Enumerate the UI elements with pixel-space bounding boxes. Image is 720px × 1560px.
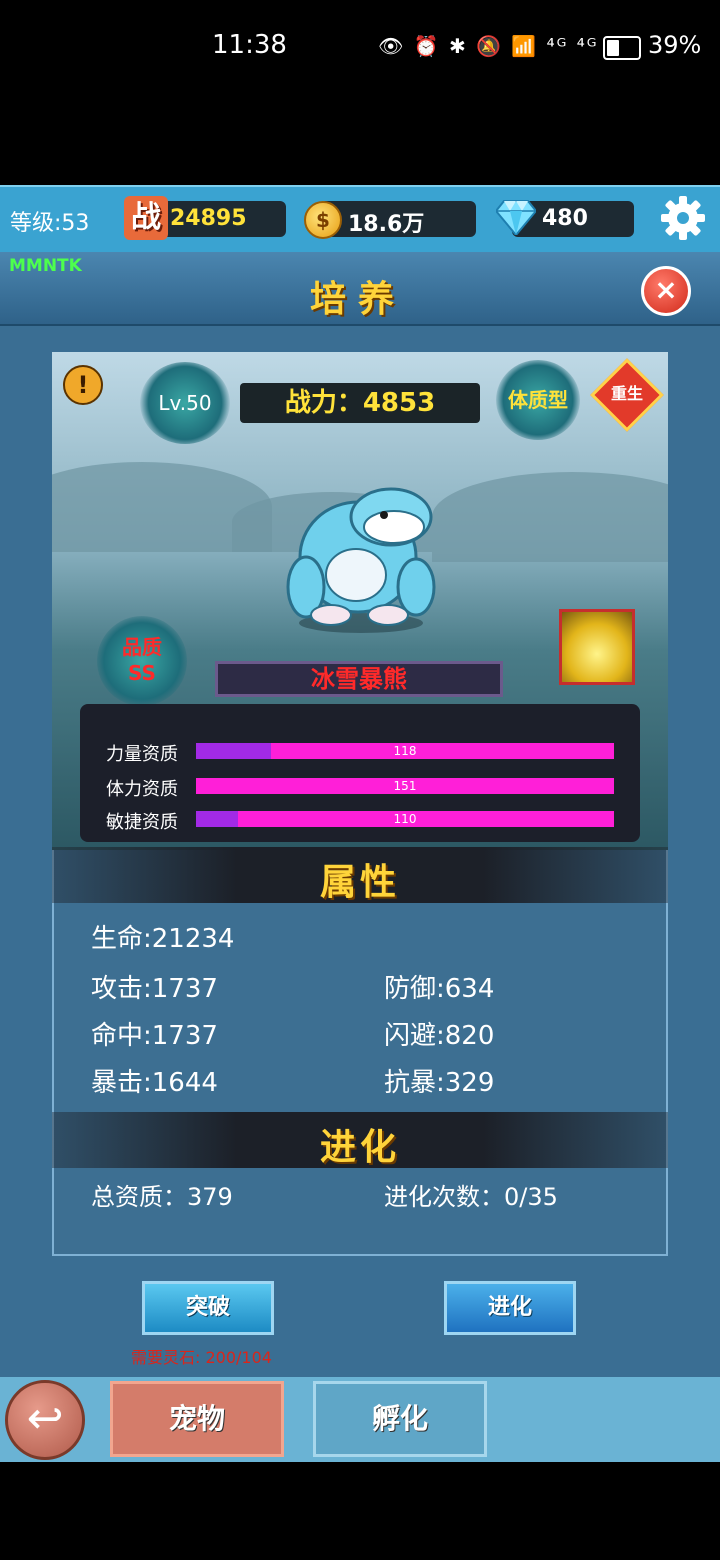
aptitude-label: 力量资质 [106, 744, 178, 765]
breakthrough-button[interactable]: 突破 [142, 1281, 274, 1335]
gold-pill: 18.6万 [320, 201, 476, 237]
tab-pet[interactable]: 宠物 [110, 1381, 284, 1457]
attr-dodge: 闪避:820 [384, 1021, 495, 1051]
attr-hp: 生命:21234 [91, 924, 235, 954]
attr-crit: 暴击:1644 [91, 1068, 218, 1098]
battle-icon: 战 [124, 196, 168, 240]
pet-level: Lv.50 [140, 362, 230, 444]
coin-icon: $ [304, 201, 342, 239]
evolution-title: 进化 [319, 1127, 400, 1168]
status-bar: 11:38 👁 ⏰ ✱ 🔕 📶 ⁴ᴳ ⁴ᴳ 39% [0, 0, 720, 185]
evolve-count: 进化次数：0/35 [384, 1183, 558, 1211]
attributes-title: 属性 [319, 862, 400, 903]
total-aptitude: 总资质：379 [91, 1183, 233, 1211]
close-button[interactable]: × [641, 266, 691, 316]
diamond-icon [496, 200, 536, 235]
aptitude-value: 151 [393, 779, 417, 793]
aptitude-row: 力量资质 118 [80, 740, 640, 765]
quality-label: 品质 [122, 635, 162, 659]
evolve-button[interactable]: 进化 [444, 1281, 576, 1335]
aptitude-panel: 力量资质 118 体力资质 151 敏捷资质 110 [80, 704, 640, 842]
resource-bar: 等级:53 24895 18.6万 480 [0, 185, 720, 254]
status-icons: 👁 ⏰ ✱ 🔕 📶 ⁴ᴳ ⁴ᴳ [378, 34, 599, 58]
info-icon[interactable]: ! [63, 365, 103, 405]
system-nav-area [0, 1462, 720, 1560]
battery-icon [603, 36, 641, 60]
aptitude-value: 118 [393, 744, 417, 758]
back-arrow-icon[interactable]: ↩ [5, 1380, 85, 1460]
battle-power-value: 24895 [170, 206, 247, 231]
diamond-value: 480 [542, 206, 588, 231]
spirit-stone-requirement: 需要灵石: 200/104 [131, 1348, 272, 1367]
attributes-header: 属性 [52, 847, 668, 903]
battle-power-pill: 24895 [150, 201, 286, 237]
skill-icon[interactable] [559, 609, 635, 685]
attr-hit: 命中:1737 [91, 1021, 218, 1051]
panel-title: 培养 [310, 279, 407, 320]
aptitude-row: 体力资质 151 [80, 775, 640, 800]
account-tag: MMNTK [9, 256, 82, 276]
aptitude-bar: 110 [196, 811, 614, 827]
evolution-header: 进化 [52, 1112, 668, 1168]
aptitude-label: 体力资质 [106, 779, 178, 800]
aptitude-bar: 118 [196, 743, 614, 759]
gold-value: 18.6万 [348, 212, 425, 237]
battery-percent: 39% [648, 31, 702, 59]
tab-hatch[interactable]: 孵化 [313, 1381, 487, 1457]
aptitude-row: 敏捷资质 110 [80, 808, 640, 833]
attr-attack: 攻击:1737 [91, 974, 218, 1004]
aptitude-value: 110 [393, 812, 417, 826]
aptitude-label: 敏捷资质 [106, 812, 178, 833]
ice-bear-monster-image [286, 487, 436, 633]
player-level: 等级:53 [10, 211, 90, 236]
settings-gear-icon[interactable] [660, 195, 706, 241]
quality-value: SS [128, 661, 156, 685]
attr-defense: 防御:634 [384, 974, 495, 1004]
pet-type: 体质型 [496, 360, 580, 440]
pet-power: 战力：4853 [240, 383, 480, 423]
quality-badge: 品质 SS [97, 616, 187, 706]
pet-name: 冰雪暴熊 [215, 661, 503, 697]
attr-crit-resist: 抗暴:329 [384, 1068, 495, 1098]
rebirth-label[interactable]: 重生 [601, 380, 653, 404]
panel-header: MMNTK 培养 × [0, 252, 720, 326]
clock: 11:38 [212, 30, 287, 60]
aptitude-bar: 151 [196, 778, 614, 794]
